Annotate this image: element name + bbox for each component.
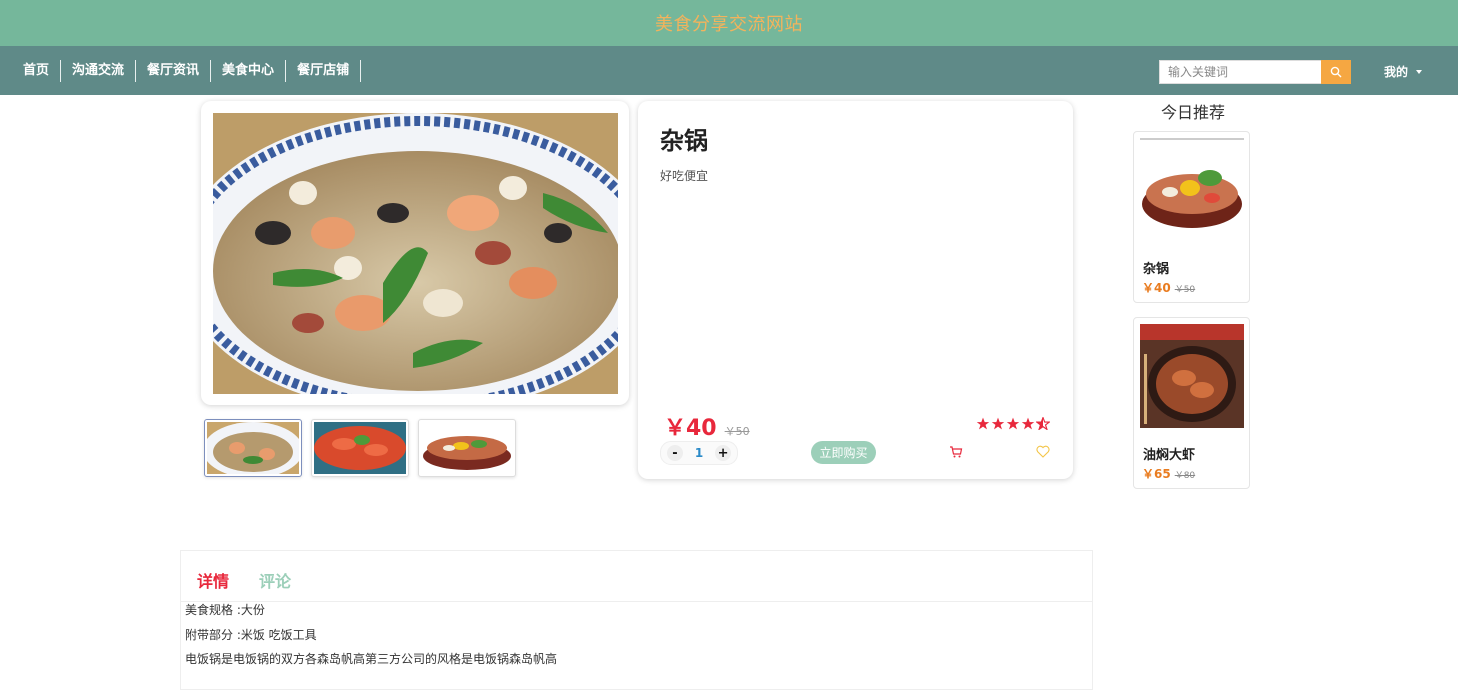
detail-tabs: 详情 评论 <box>197 568 291 592</box>
nav-item-home[interactable]: 首页 <box>12 60 62 82</box>
thumbnail-3[interactable] <box>418 419 516 477</box>
nav-bar: 首页 沟通交流 餐厅资讯 美食中心 餐厅店铺 我的 <box>0 46 1458 95</box>
thumbnail-1[interactable] <box>204 419 302 477</box>
increase-button[interactable]: + <box>715 445 732 461</box>
detail-line-extras: 附带部分 :米饭 吃饭工具 <box>185 627 317 642</box>
recommend-original-price-2: ￥80 <box>1174 471 1196 481</box>
recommend-image-1 <box>1140 138 1244 242</box>
half-star-icon <box>1036 417 1050 430</box>
main-image-card <box>201 101 629 405</box>
recommend-image-2 <box>1140 324 1244 428</box>
recommend-card-2[interactable]: 油焖大虾 ￥65 ￥80 <box>1133 317 1250 489</box>
quantity-value[interactable]: 1 <box>695 446 703 460</box>
site-title: 美食分享交流网站 <box>655 14 803 35</box>
product-description: 好吃便宜 <box>660 169 709 183</box>
recommend-price-2: ￥65 ￥80 <box>1142 465 1195 482</box>
detail-line-spec: 美食规格 :大份 <box>185 603 265 617</box>
recommend-price-1: ￥40 ￥50 <box>1142 279 1195 296</box>
tab-divider <box>181 601 1092 602</box>
star-icon <box>1021 417 1035 430</box>
search-icon <box>1330 66 1342 78</box>
search-button[interactable] <box>1321 60 1351 84</box>
caret-down-icon <box>1416 69 1423 74</box>
main-product-image <box>213 113 618 394</box>
recommend-card-1[interactable]: 杂锅 ￥40 ￥50 <box>1133 131 1250 303</box>
nav-item-news[interactable]: 餐厅资讯 <box>136 60 212 82</box>
rating-stars <box>976 417 1050 430</box>
detail-content: 美食规格 :大份 附带部分 :米饭 吃饭工具 电饭锅是电饭锅的双方各森岛帆高第三… <box>185 603 557 677</box>
buy-now-button[interactable]: 立即购买 <box>811 441 876 464</box>
quantity-stepper: - 1 + <box>660 441 738 465</box>
nav-menu: 首页 沟通交流 餐厅资讯 美食中心 餐厅店铺 <box>12 60 362 82</box>
product-name: 杂锅 <box>660 127 708 155</box>
recommend-name-2: 油焖大虾 <box>1143 448 1196 463</box>
recommend-current-price-2: ￥65 <box>1142 467 1171 481</box>
cart-icon[interactable] <box>949 445 963 459</box>
detail-line-description: 电饭锅是电饭锅的双方各森岛帆高第三方公司的风格是电饭锅森岛帆高 <box>185 652 558 666</box>
recommend-name-1: 杂锅 <box>1143 262 1170 277</box>
search-box <box>1159 60 1351 84</box>
star-icon <box>1006 417 1020 430</box>
decrease-button[interactable]: - <box>666 445 683 461</box>
recommend-original-price-1: ￥50 <box>1174 285 1196 295</box>
star-icon <box>991 417 1005 430</box>
user-menu-label: 我的 <box>1384 65 1409 79</box>
nav-item-restaurants[interactable]: 餐厅店铺 <box>286 60 362 82</box>
thumbnail-2[interactable] <box>311 419 409 477</box>
tab-details[interactable]: 详情 <box>197 568 229 592</box>
price-block: ￥40 ￥50 <box>664 410 750 442</box>
nav-item-food-center[interactable]: 美食中心 <box>211 60 287 82</box>
detail-panel: 详情 评论 美食规格 :大份 附带部分 :米饭 吃饭工具 电饭锅是电饭锅的双方各… <box>180 550 1093 690</box>
current-price: ￥40 <box>664 416 717 441</box>
heart-icon[interactable] <box>1036 445 1050 458</box>
site-header: 美食分享交流网站 <box>0 0 1458 46</box>
star-icon <box>976 417 990 430</box>
recommend-current-price-1: ￥40 <box>1142 281 1171 295</box>
nav-item-forum[interactable]: 沟通交流 <box>61 60 137 82</box>
recommend-title: 今日推荐 <box>1161 103 1226 122</box>
product-info-card: 杂锅 好吃便宜 ￥40 ￥50 - 1 + 立即购买 <box>638 101 1073 479</box>
search-input[interactable] <box>1159 60 1321 84</box>
user-menu[interactable]: 我的 <box>1384 63 1423 80</box>
original-price: ￥50 <box>724 425 750 438</box>
tab-comments[interactable]: 评论 <box>259 568 291 592</box>
thumbnail-strip <box>204 419 516 477</box>
